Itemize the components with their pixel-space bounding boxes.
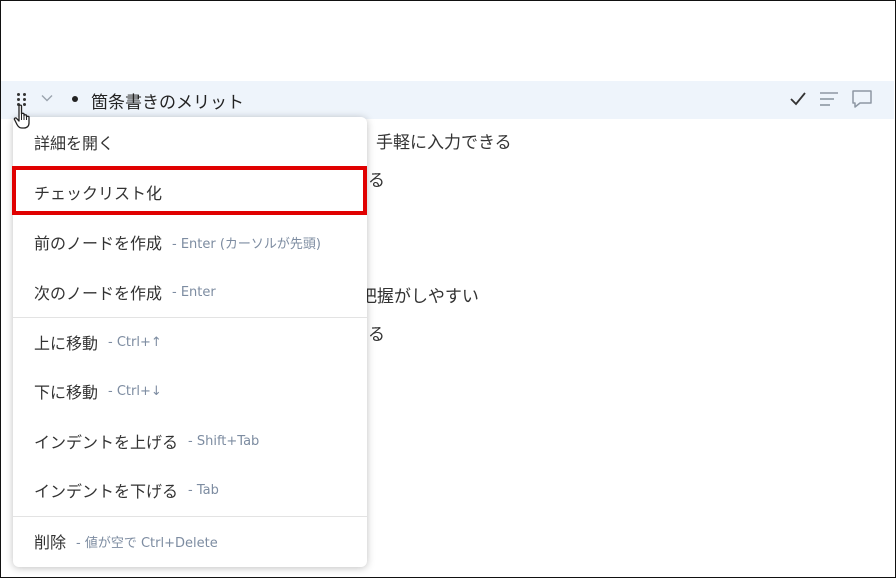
menu-item-indent[interactable]: インデントを下げる - Tab <box>13 467 367 513</box>
menu-item-shortcut: - Enter (カーソルが先頭) <box>172 236 322 252</box>
background-node-text: 手軽に入力できる <box>376 133 512 153</box>
checkmark-icon[interactable] <box>788 88 808 110</box>
menu-item-label: インデントを上げる <box>34 433 179 452</box>
menu-item-move-up[interactable]: 上に移動 - Ctrl+↑ <box>13 319 367 365</box>
menu-divider <box>13 317 367 318</box>
menu-item-move-down[interactable]: 下に移動 - Ctrl+↓ <box>13 368 367 414</box>
menu-item-shortcut: - Ctrl+↑ <box>108 334 162 350</box>
menu-item-label: 上に移動 <box>34 334 99 353</box>
annotation-highlight-box <box>12 166 367 215</box>
menu-item-label: 前のノードを作成 <box>34 234 163 253</box>
menu-item-create-previous-node[interactable]: 前のノードを作成 - Enter (カーソルが先頭) <box>13 219 367 265</box>
node-title[interactable]: 箇条書きのメリット <box>91 88 244 113</box>
bullet-icon <box>72 96 78 102</box>
menu-item-open-details[interactable]: 詳細を開く <box>13 119 367 165</box>
menu-item-shortcut: - Shift+Tab <box>188 433 260 449</box>
menu-item-shortcut: - 値が空で Ctrl+Delete <box>76 535 218 551</box>
menu-divider <box>13 516 367 517</box>
menu-item-shortcut: - Enter <box>172 284 216 300</box>
menu-item-outdent[interactable]: インデントを上げる - Shift+Tab <box>13 418 367 464</box>
menu-item-create-next-node[interactable]: 次のノードを作成 - Enter <box>13 269 367 315</box>
note-lines-icon[interactable] <box>818 88 840 110</box>
chevron-down-icon[interactable] <box>41 92 53 104</box>
menu-item-shortcut: - Tab <box>188 482 219 498</box>
menu-item-label: 次のノードを作成 <box>34 284 163 303</box>
menu-item-delete[interactable]: 削除 - 値が空で Ctrl+Delete <box>13 518 367 564</box>
menu-item-label: 下に移動 <box>34 383 99 402</box>
menu-item-shortcut: - Ctrl+↓ <box>108 383 162 399</box>
background-node-text: る <box>368 325 385 345</box>
menu-item-label: 詳細を開く <box>34 134 115 153</box>
background-node-text: 把握がしやすい <box>360 287 479 307</box>
hand-pointer-icon <box>13 104 30 129</box>
menu-item-label: 削除 <box>34 533 67 552</box>
menu-item-label: インデントを下げる <box>34 482 179 501</box>
background-node-text: る <box>368 171 385 191</box>
comment-icon[interactable] <box>850 88 874 110</box>
